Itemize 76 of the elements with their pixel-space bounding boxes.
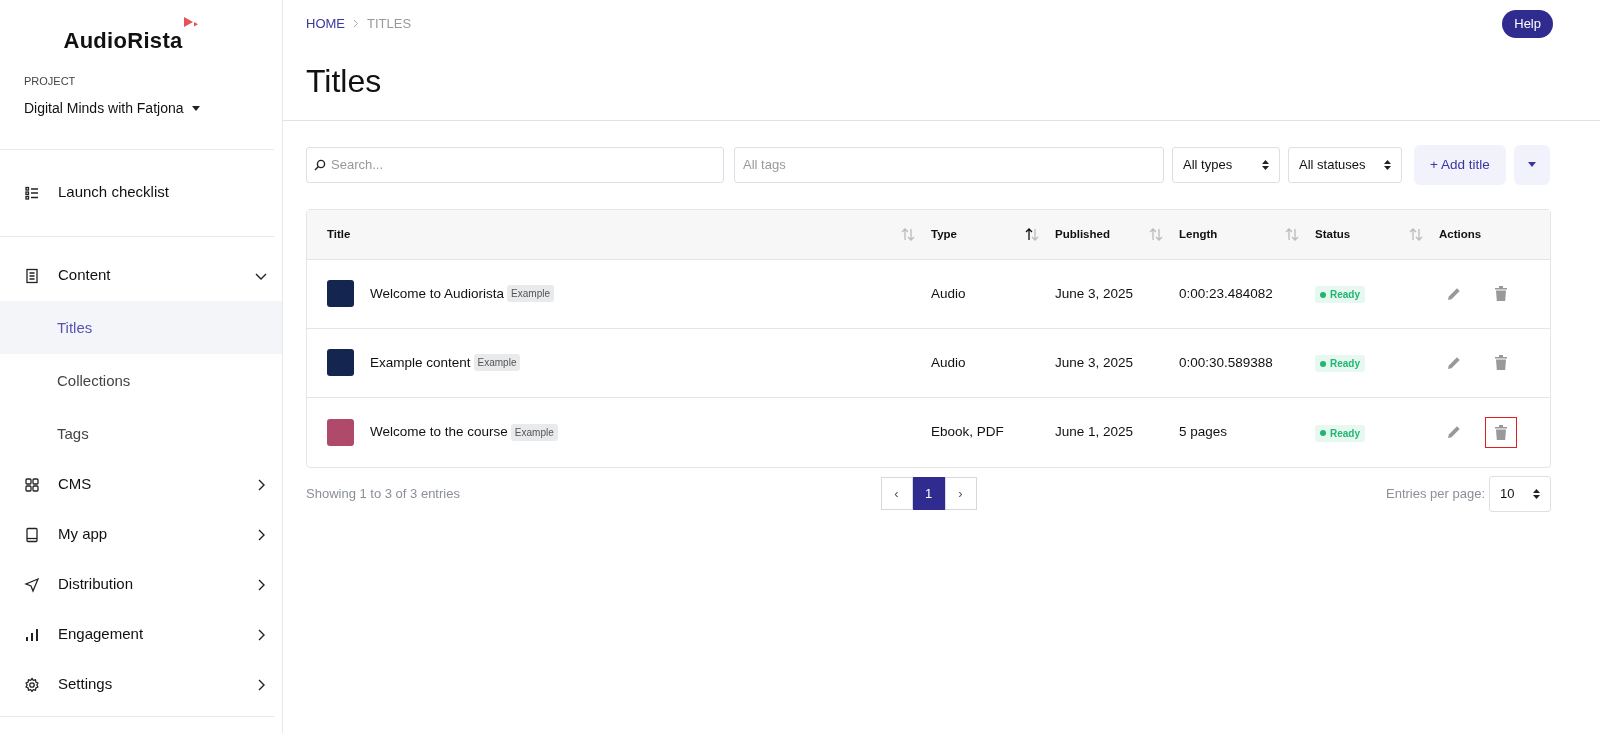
previous-page-button[interactable]: ‹ — [880, 477, 913, 511]
pencil-icon — [1446, 424, 1462, 441]
project-dropdown[interactable]: Digital Minds with Fatjona — [24, 97, 258, 119]
updown-icon — [1262, 159, 1269, 170]
add-title-button[interactable]: + Add title — [1414, 144, 1506, 185]
sort-icon[interactable] — [1025, 227, 1039, 241]
tag-label: Example — [510, 423, 558, 441]
checklist-icon — [24, 184, 40, 201]
sidebar-subitem[interactable]: Tags — [0, 406, 282, 460]
title-text: Welcome to Audiorista — [370, 284, 505, 303]
status-badge: Ready — [1315, 424, 1365, 442]
trash-icon — [1495, 286, 1507, 302]
column-header[interactable]: Status — [1315, 225, 1351, 243]
column-header[interactable]: Type — [931, 225, 957, 243]
sidebar-item[interactable]: Launch checklist — [0, 167, 282, 218]
column-header[interactable]: Title — [327, 225, 351, 243]
column-header[interactable]: Published — [1055, 225, 1110, 243]
sidebar-subitem[interactable]: Titles — [0, 300, 282, 354]
search-field[interactable]: Search... — [306, 146, 724, 183]
updown-icon — [1533, 488, 1540, 499]
grid-icon — [24, 476, 40, 493]
column-header[interactable]: Length — [1179, 225, 1218, 243]
document-icon — [24, 267, 40, 284]
entries-summary: Showing 1 to 3 of 3 entries — [306, 486, 460, 502]
status-badge: Ready — [1315, 355, 1365, 373]
caret-icon — [1527, 162, 1536, 168]
tablet-icon — [24, 526, 40, 543]
entries-per-page-label: Entries per page: — [1386, 485, 1485, 504]
play-logo-icon — [182, 16, 199, 30]
sidebar-item[interactable]: Content — [0, 250, 282, 301]
status-badge: Ready — [1315, 286, 1365, 304]
page-button[interactable]: 1 — [912, 477, 945, 511]
next-page-button[interactable]: › — [944, 477, 977, 511]
help-button[interactable]: Help — [1502, 10, 1553, 38]
table-cell-text: 0:00:23.484082 — [1179, 284, 1274, 303]
table-cell-text: 0:00:30.589388 — [1179, 353, 1274, 372]
chevron-icon — [353, 19, 359, 29]
trash-icon — [1495, 355, 1507, 371]
table-cell-text: Ebook, PDF — [931, 423, 1005, 442]
delete-button[interactable] — [1485, 416, 1517, 448]
bar-chart-icon — [24, 626, 40, 643]
tag-label: Example — [507, 285, 554, 303]
caret-icon — [191, 105, 200, 111]
table-cell-text: June 3, 2025 — [1055, 353, 1135, 372]
sidebar-item[interactable]: My app — [0, 509, 282, 560]
project-label: PROJECT — [24, 74, 77, 89]
tags-field[interactable]: All tags — [734, 146, 1164, 183]
photo-placeholder — [327, 280, 354, 308]
sidebar-item[interactable]: Distribution — [0, 559, 282, 610]
table-cell-text: Audio — [931, 284, 967, 303]
sidebar-item[interactable]: Engagement — [0, 609, 282, 660]
title-text: Example content — [370, 353, 471, 372]
dropdown-toggle-button[interactable] — [1513, 144, 1550, 185]
tag-label: Example — [473, 354, 521, 372]
updown-icon — [1384, 159, 1391, 170]
title-text: Welcome to the course — [370, 423, 508, 442]
table-cell-text: June 3, 2025 — [1055, 284, 1135, 303]
breadcrumb-link[interactable]: HOME — [306, 14, 345, 34]
entries-per-page-select[interactable]: 10 — [1489, 475, 1551, 512]
breadcrumb-current: TITLES — [367, 15, 412, 33]
trash-icon — [1495, 424, 1507, 440]
photo-placeholder — [327, 418, 354, 446]
sidebar-item[interactable]: Settings — [0, 659, 282, 710]
photo-placeholder — [327, 349, 354, 377]
column-header: Actions — [1439, 226, 1482, 242]
select-dropdown[interactable]: All statuses — [1288, 146, 1402, 183]
table-cell-text: June 1, 2025 — [1055, 423, 1135, 442]
table-cell-text: 5 pages — [1179, 423, 1229, 442]
sidebar-item[interactable]: CMS — [0, 459, 282, 510]
settings-icon — [24, 676, 40, 693]
page-title: Titles — [306, 61, 383, 101]
table-cell-text: Audio — [931, 353, 967, 372]
select-dropdown[interactable]: All types — [1172, 146, 1280, 183]
sidebar-subitem[interactable]: Collections — [0, 353, 282, 407]
logo: AudioRista — [63, 27, 183, 55]
send-icon — [24, 576, 40, 593]
